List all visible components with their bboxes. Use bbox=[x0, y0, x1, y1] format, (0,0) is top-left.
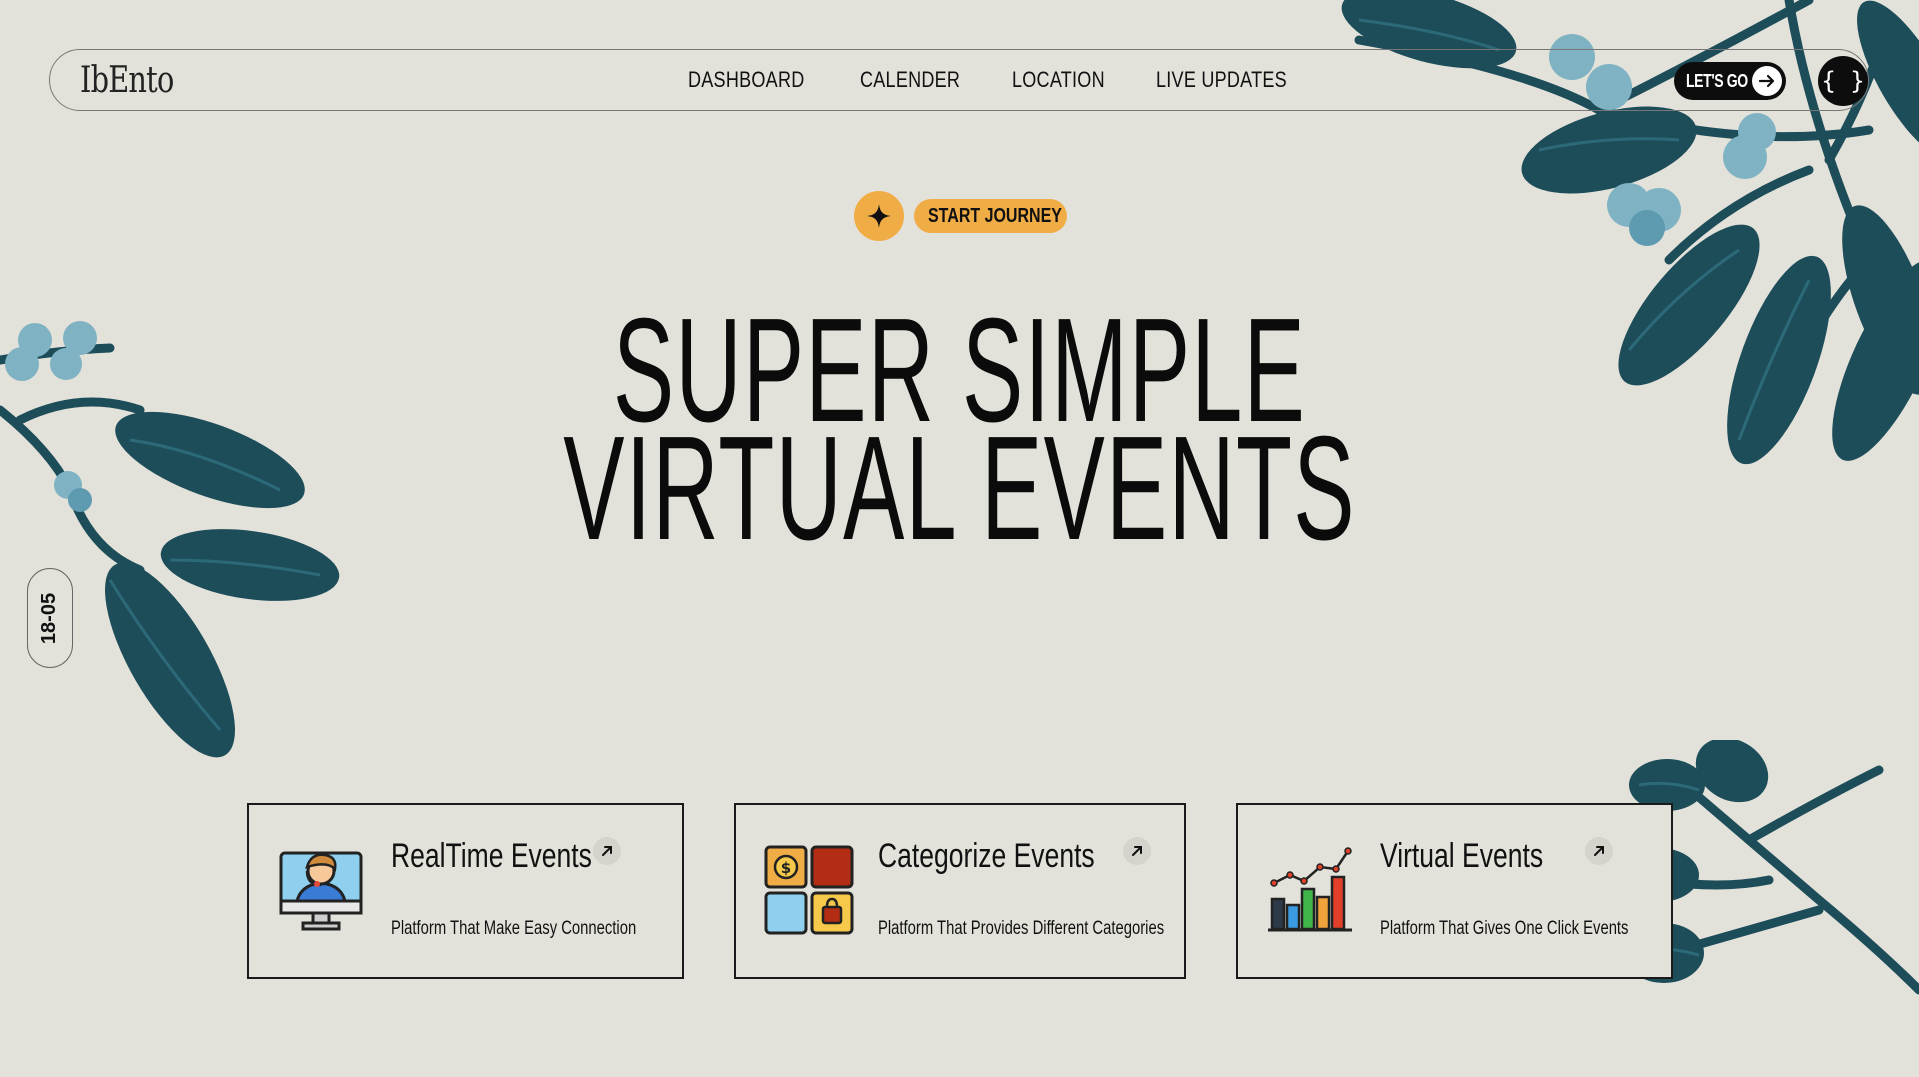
main-nav: DASHBOARD CALENDER LOCATION LIVE UPDATES bbox=[688, 67, 1315, 93]
lets-go-label: LET'S GO bbox=[1686, 70, 1748, 91]
sparkle-star-icon[interactable] bbox=[854, 191, 904, 241]
support-agent-computer-icon bbox=[277, 845, 367, 935]
svg-text:$: $ bbox=[781, 859, 791, 877]
lets-go-button[interactable]: LET'S GO bbox=[1674, 62, 1786, 100]
start-journey-button[interactable]: START JOURNEY bbox=[914, 199, 1067, 233]
arrow-up-right-icon[interactable] bbox=[1585, 837, 1613, 865]
bar-chart-growth-icon bbox=[1266, 845, 1356, 935]
nav-link-live-updates[interactable]: LIVE UPDATES bbox=[1156, 67, 1287, 93]
feature-card-virtual[interactable]: Virtual Events Platform That Gives One C… bbox=[1236, 803, 1673, 979]
card-description: Platform That Gives One Click Events bbox=[1380, 918, 1629, 939]
arrow-right-icon bbox=[1752, 66, 1782, 96]
date-badge-text: 18-05 bbox=[38, 592, 61, 644]
brand-logo[interactable]: IbEnto bbox=[80, 60, 174, 101]
feature-card-categorize[interactable]: $ Categorize Events Platform That Provid… bbox=[734, 803, 1186, 979]
nav-link-calender[interactable]: CALENDER bbox=[860, 67, 960, 93]
nav-link-location[interactable]: LOCATION bbox=[1012, 67, 1105, 93]
nav-link-dashboard[interactable]: DASHBOARD bbox=[688, 67, 804, 93]
hero-title-line2: VIRTUAL EVENTS bbox=[563, 406, 1356, 571]
arrow-up-right-icon[interactable] bbox=[1123, 837, 1151, 865]
date-badge: 18-05 bbox=[27, 568, 73, 668]
start-journey-label: START JOURNEY bbox=[928, 204, 1062, 227]
card-description: Platform That Provides Different Categor… bbox=[878, 918, 1165, 939]
feature-card-realtime[interactable]: RealTime Events Platform That Make Easy … bbox=[247, 803, 684, 979]
card-title: Categorize Events bbox=[878, 837, 1095, 875]
top-navbar: IbEnto DASHBOARD CALENDER LOCATION LIVE … bbox=[49, 49, 1869, 111]
card-title: RealTime Events bbox=[391, 837, 592, 875]
category-grid-icon: $ bbox=[764, 845, 854, 935]
card-title: Virtual Events bbox=[1380, 837, 1544, 875]
arrow-up-right-icon[interactable] bbox=[593, 837, 621, 865]
card-description: Platform That Make Easy Connection bbox=[391, 918, 637, 939]
hero-title: SUPER SIMPLE VIRTUAL EVENTS bbox=[0, 297, 1919, 571]
code-braces-button[interactable]: { } bbox=[1818, 56, 1868, 106]
